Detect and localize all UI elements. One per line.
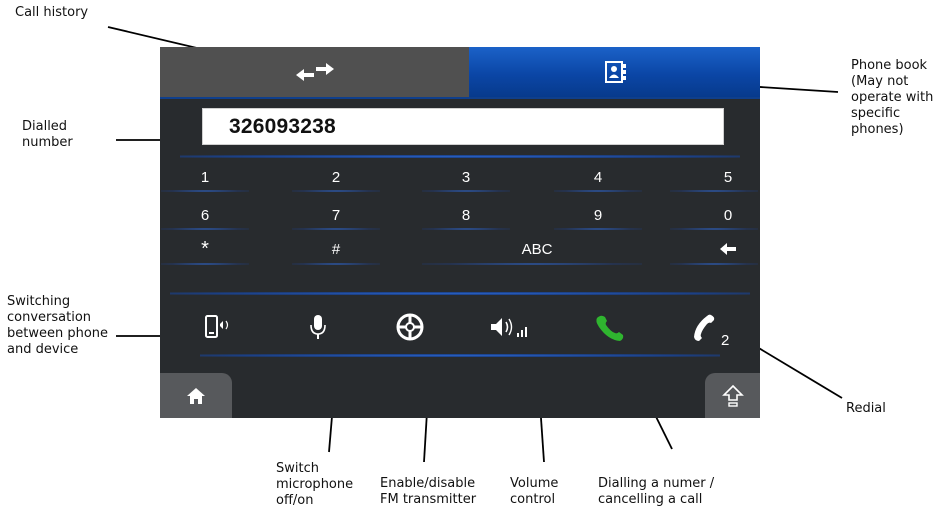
annotation-switching: Switching conversation between phone and… (7, 294, 109, 357)
annotation-call-history: Call history (15, 5, 89, 20)
field-glow (180, 155, 740, 158)
key-7[interactable]: 7 (306, 204, 366, 226)
tab-call-history[interactable] (160, 47, 469, 97)
annotation-microphone: Switch microphone off/on (276, 461, 354, 508)
key-abc[interactable]: ABC (502, 238, 572, 260)
annotation-phone-book: Phone book (May not operate with specifi… (851, 58, 934, 137)
tabs-separator (160, 97, 760, 99)
redial-counter: 2 (721, 332, 730, 349)
key-1[interactable]: 1 (175, 166, 235, 188)
home-button[interactable] (160, 373, 232, 418)
switch-phone-device-button[interactable] (196, 310, 240, 344)
tab-phone-book[interactable] (469, 47, 760, 97)
key-4[interactable]: 4 (568, 166, 628, 188)
row-glow (670, 190, 758, 192)
swap-arrows-icon (295, 63, 334, 81)
row-glow (554, 228, 642, 230)
annotation-fm: Enable/disable FM transmitter (380, 476, 477, 507)
row-glow (670, 228, 758, 230)
key-5[interactable]: 5 (698, 166, 758, 188)
row-glow (161, 263, 249, 265)
controls-separator (170, 292, 750, 295)
green-call-icon (596, 315, 624, 341)
microphone-button[interactable] (296, 310, 340, 344)
microphone-icon (310, 315, 326, 339)
shift-up-icon (721, 384, 744, 407)
row-glow (422, 228, 510, 230)
annotation-volume: Volume control (510, 476, 559, 507)
key-2[interactable]: 2 (306, 166, 366, 188)
key-star[interactable]: * (175, 238, 235, 260)
backspace-arrow-icon (720, 243, 736, 255)
contact-book-icon (604, 61, 626, 83)
row-glow (422, 263, 642, 265)
key-backspace[interactable] (698, 238, 758, 260)
annotation-redial: Redial (846, 401, 886, 416)
redial-icon (694, 314, 715, 341)
row-glow (292, 190, 380, 192)
annotation-dialled-number: Dialled number (22, 119, 73, 150)
dialled-number-field[interactable]: 326093238 (202, 108, 724, 145)
row-glow (292, 263, 380, 265)
redial-button[interactable] (682, 310, 726, 344)
row-glow (422, 190, 510, 192)
key-hash[interactable]: # (306, 238, 366, 260)
redial-pointer (751, 343, 843, 399)
fm-transmitter-icon (396, 313, 424, 341)
volume-button[interactable] (489, 310, 533, 344)
key-6[interactable]: 6 (175, 204, 235, 226)
key-8[interactable]: 8 (436, 204, 496, 226)
row-glow (670, 263, 758, 265)
controls-bottom-separator (200, 354, 720, 357)
row-glow (292, 228, 380, 230)
shift-button[interactable] (705, 373, 760, 418)
annotation-dialling: Dialling a numer / cancelling a call (598, 476, 715, 507)
row-glow (554, 190, 642, 192)
key-0[interactable]: 0 (698, 204, 758, 226)
row-glow (161, 228, 249, 230)
fm-transmitter-button[interactable] (388, 310, 432, 344)
volume-icon (491, 318, 527, 337)
home-icon (187, 387, 205, 404)
phone-screen: 326093238 1 2 3 4 5 6 7 8 9 0 * # ABC 2 (160, 47, 760, 418)
phone-device-switch-icon (205, 315, 229, 338)
key-9[interactable]: 9 (568, 204, 628, 226)
call-button[interactable] (588, 310, 632, 344)
key-3[interactable]: 3 (436, 166, 496, 188)
dialled-number: 326093238 (229, 115, 336, 138)
row-glow (161, 190, 249, 192)
